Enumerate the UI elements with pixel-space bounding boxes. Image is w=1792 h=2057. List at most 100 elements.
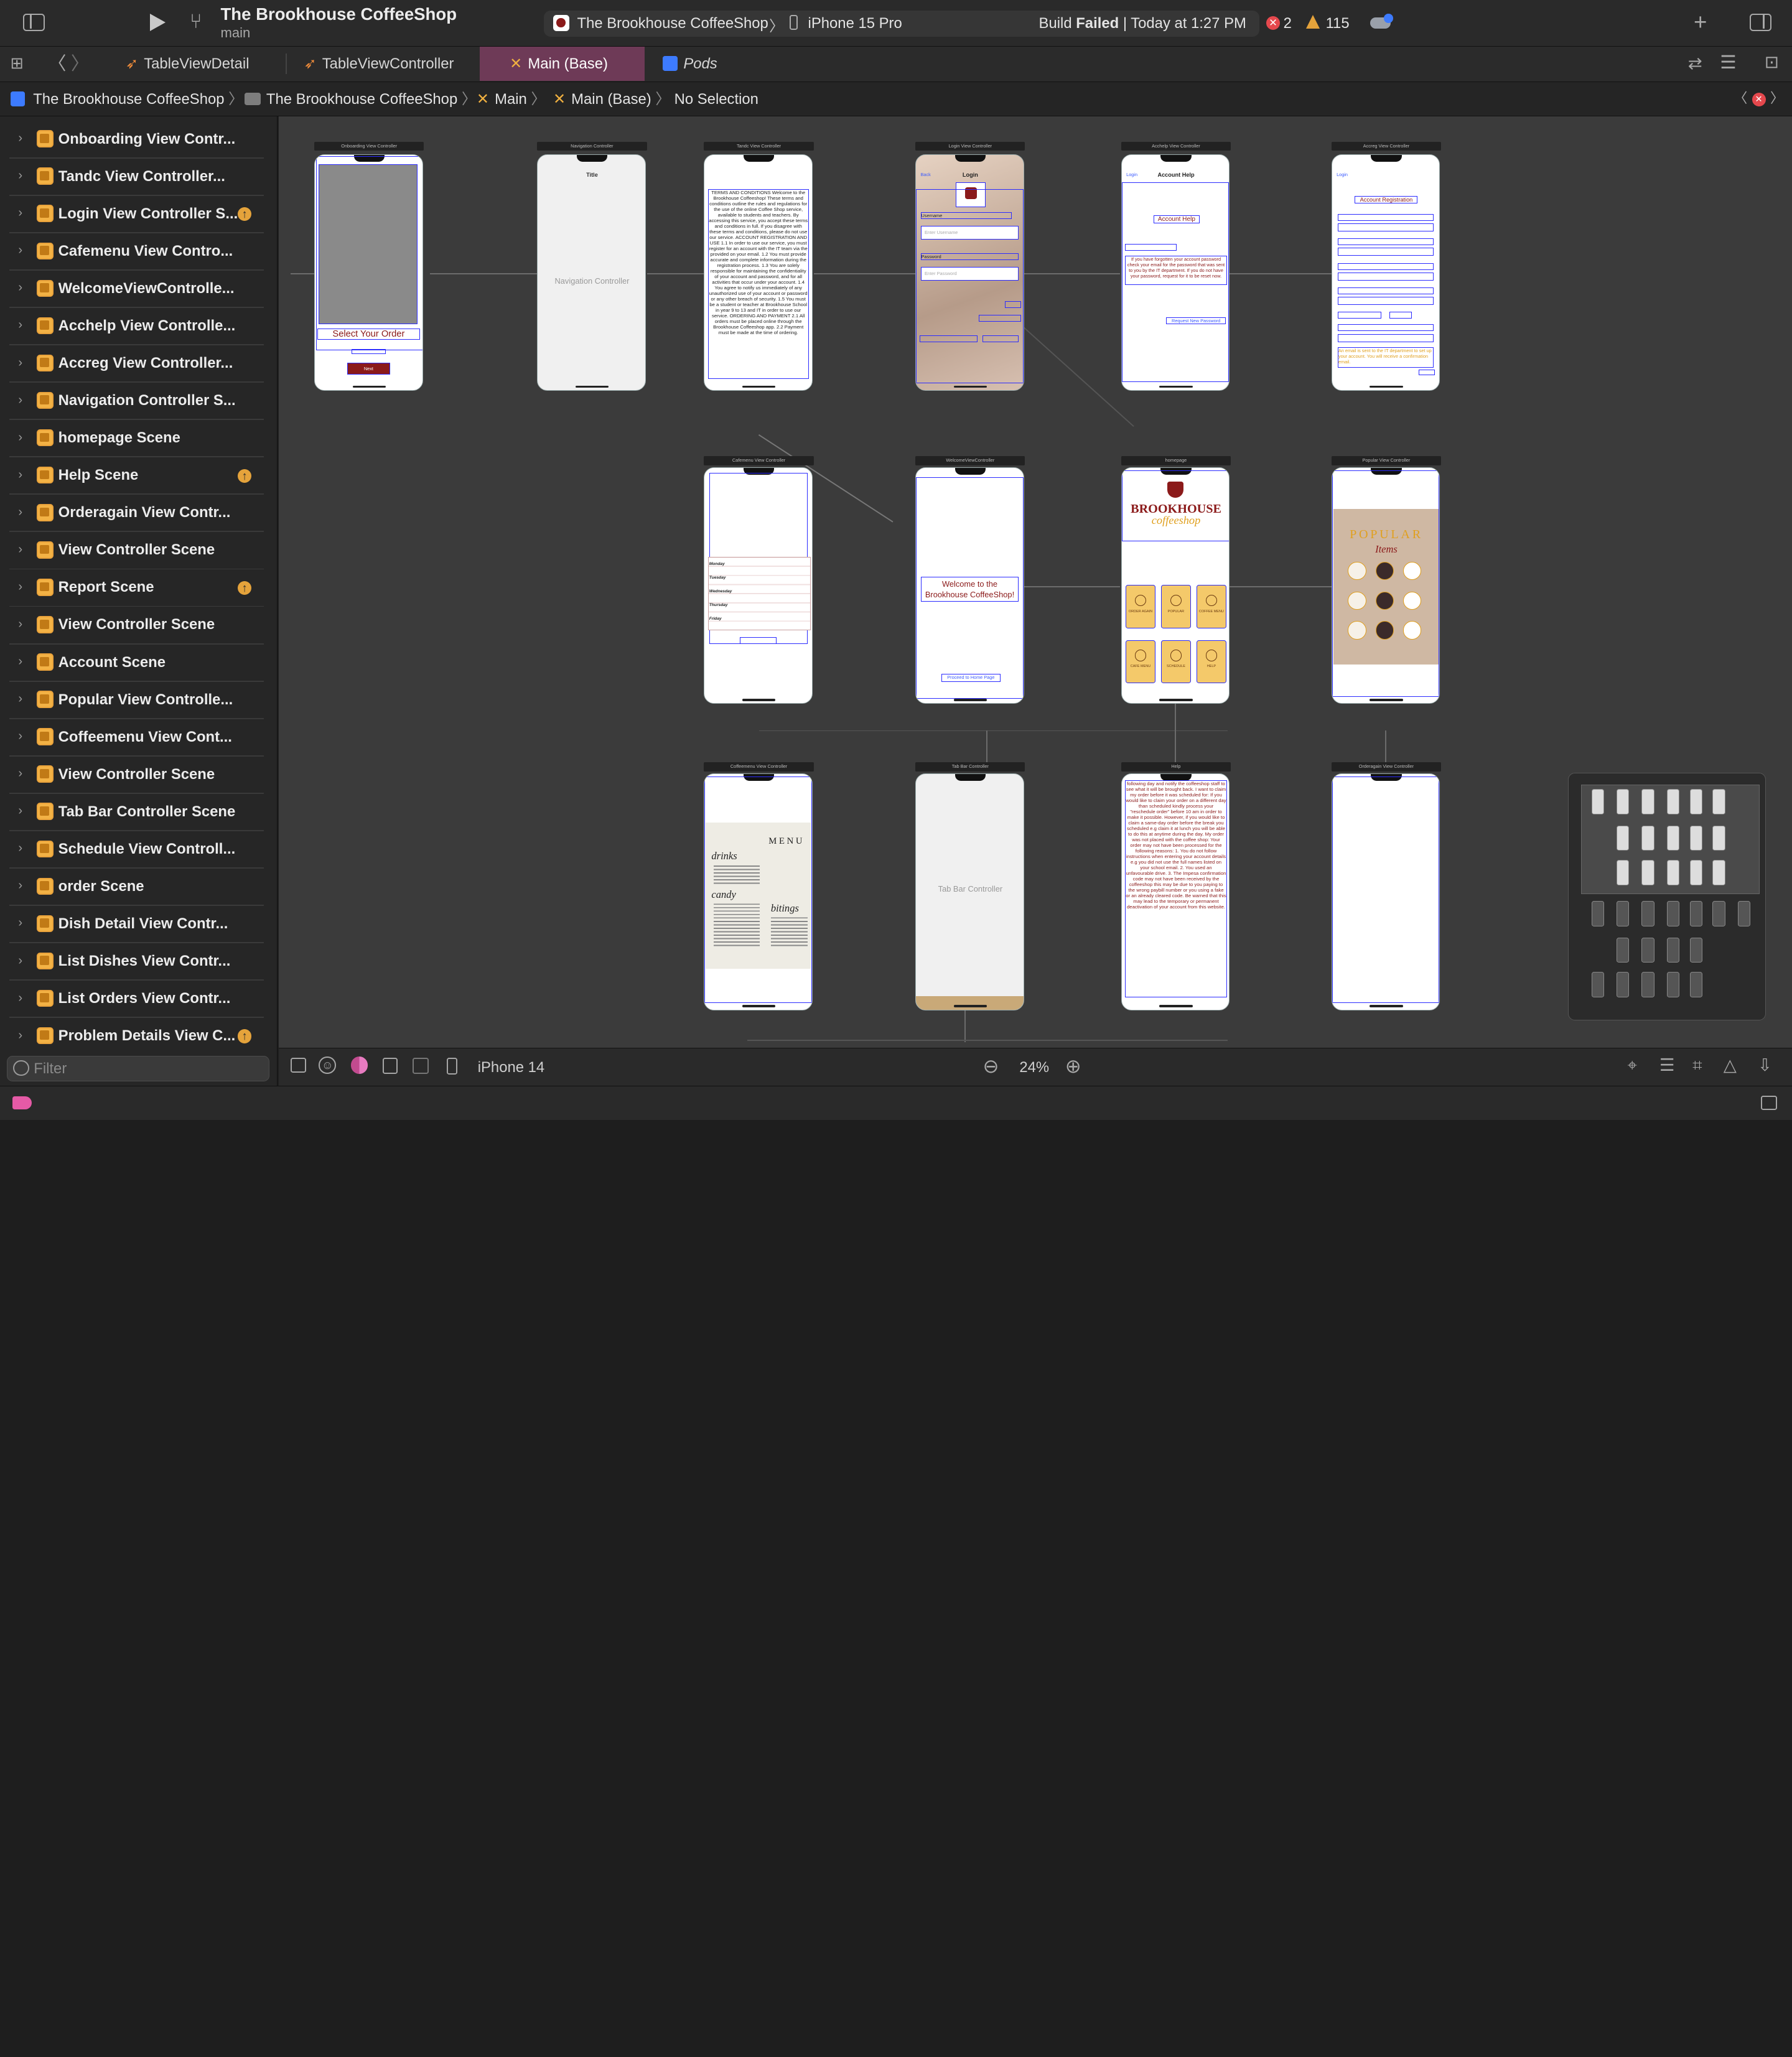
debug-area-toggle-icon[interactable] xyxy=(1761,1095,1778,1111)
tab-tableviewdetail[interactable]: ➶ TableViewDetail xyxy=(126,47,250,81)
minimap-scene-thumb[interactable] xyxy=(1712,901,1725,926)
run-icon[interactable] xyxy=(149,14,166,32)
accreg-back[interactable]: Login xyxy=(1337,172,1348,177)
orientation-icon[interactable] xyxy=(383,1057,398,1074)
minimap-scene-thumb[interactable] xyxy=(1666,901,1680,926)
next-button[interactable]: Next xyxy=(347,363,391,375)
onboarding-scene[interactable]: Select Your Order Next xyxy=(314,154,423,391)
error-count[interactable]: 2 xyxy=(1284,15,1292,32)
disclosure-chevron-icon[interactable]: › xyxy=(18,206,22,220)
orderagain-scene[interactable] xyxy=(1331,773,1440,1010)
breadcrumb-project[interactable]: The Brookhouse CoffeeShop 〉 xyxy=(10,82,243,116)
disclosure-chevron-icon[interactable]: › xyxy=(18,281,22,295)
sidebar-toggle-icon[interactable] xyxy=(22,14,45,31)
outline-scene-item[interactable]: › Popular View Controlle... xyxy=(0,682,277,719)
warning-icon[interactable] xyxy=(1306,14,1320,29)
disclosure-chevron-icon[interactable]: › xyxy=(18,617,22,632)
disclosure-chevron-icon[interactable]: › xyxy=(18,954,22,968)
prev-issue-icon[interactable]: 〈 xyxy=(1734,91,1747,105)
warning-count[interactable]: 115 xyxy=(1326,15,1350,32)
device-name[interactable]: iPhone 14 xyxy=(478,1059,544,1076)
add-icon[interactable]: + xyxy=(1694,11,1707,34)
outline-scene-item[interactable]: › List Orders View Contr... xyxy=(0,981,277,1019)
disclosure-chevron-icon[interactable]: › xyxy=(18,543,22,557)
homepage-tile[interactable]: CAFE MENU xyxy=(1126,640,1155,684)
outline-scene-item[interactable]: › Tandc View Controller... xyxy=(0,159,277,196)
minimap-scene-thumb[interactable] xyxy=(1617,826,1630,851)
embed-icon[interactable]: ⇩ xyxy=(1758,1055,1772,1075)
minimap-scene-thumb[interactable] xyxy=(1689,860,1702,885)
filter-field[interactable]: Filter xyxy=(7,1056,270,1081)
minimap-scene-thumb[interactable] xyxy=(1641,860,1654,885)
outline-scene-item[interactable]: › View Controller Scene xyxy=(0,757,277,794)
branch-icon[interactable]: ⑂ xyxy=(190,11,202,32)
forward-arrow-icon[interactable]: 〉 xyxy=(71,55,89,73)
cloud-icon[interactable] xyxy=(1370,14,1393,29)
resolve-icon[interactable]: △ xyxy=(1724,1055,1737,1075)
storyboard-canvas[interactable]: Onboarding View Controller Select Your O… xyxy=(279,116,1792,1048)
outline-scene-item[interactable]: › Problem Details View C... ↑ xyxy=(0,1018,277,1050)
outline-scene-item[interactable]: › order Scene xyxy=(0,869,277,906)
outline-scene-item[interactable]: › Schedule View Controll... xyxy=(0,831,277,869)
grid-icon[interactable]: ⊞ xyxy=(11,55,24,72)
outline-scene-item[interactable]: › Cafemenu View Contro... xyxy=(0,233,277,271)
align-icon[interactable]: ☰ xyxy=(1659,1055,1675,1075)
outline-toggle-icon[interactable] xyxy=(290,1057,307,1073)
disclosure-chevron-icon[interactable]: › xyxy=(18,243,22,258)
disclosure-chevron-icon[interactable]: › xyxy=(18,431,22,445)
disclosure-chevron-icon[interactable]: › xyxy=(18,505,22,520)
minimap-scene-thumb[interactable] xyxy=(1712,789,1725,814)
tab-main-base[interactable]: ✕ Main (Base) xyxy=(480,47,645,82)
zoom-in-icon[interactable]: ⊕ xyxy=(1065,1055,1081,1078)
disclosure-chevron-icon[interactable]: › xyxy=(18,131,22,146)
minimap-scene-thumb[interactable] xyxy=(1617,972,1630,997)
warning-icon[interactable]: ↑ xyxy=(238,581,252,595)
coffeemenu-scene[interactable]: MENU drinks candy bitings xyxy=(704,773,813,1010)
split-editor-icon[interactable]: ⊡ xyxy=(1765,54,1779,71)
disclosure-chevron-icon[interactable]: › xyxy=(18,991,22,1005)
pin-icon[interactable]: ⌗ xyxy=(1692,1055,1702,1076)
scheme-selector[interactable]: The Brookhouse CoffeeShop xyxy=(577,15,768,32)
minimap-scene-thumb[interactable] xyxy=(1689,938,1702,963)
disclosure-chevron-icon[interactable]: › xyxy=(18,318,22,332)
welcome-scene[interactable]: Welcome to the Brookhouse CoffeeShop! Pr… xyxy=(915,467,1024,704)
outline-scene-item[interactable]: › Tab Bar Controller Scene xyxy=(0,794,277,831)
disclosure-chevron-icon[interactable]: › xyxy=(18,580,22,594)
disclosure-chevron-icon[interactable]: › xyxy=(18,169,22,183)
disclosure-chevron-icon[interactable]: › xyxy=(18,804,22,818)
minimap-scene-thumb[interactable] xyxy=(1641,789,1654,814)
outline-scene-item[interactable]: › Accreg View Controller... xyxy=(0,345,277,383)
disclosure-chevron-icon[interactable]: › xyxy=(18,879,22,893)
minimap-scene-thumb[interactable] xyxy=(1712,860,1725,885)
tag-icon[interactable] xyxy=(12,1096,32,1109)
run-destination[interactable]: iPhone 15 Pro xyxy=(808,15,902,32)
tandc-scene[interactable]: TERMS AND CONDITIONS Welcome to the Broo… xyxy=(704,154,813,391)
minimap-scene-thumb[interactable] xyxy=(1737,901,1750,926)
inspector-toggle-icon[interactable] xyxy=(1749,14,1771,31)
tab-tableviewcontroller[interactable]: ➶ TableViewController xyxy=(304,47,454,81)
minimap-scene-thumb[interactable] xyxy=(1666,860,1680,885)
next-issue-icon[interactable]: 〉 xyxy=(1770,91,1784,105)
lines-icon[interactable]: ☰ xyxy=(1720,54,1736,72)
minimap-scene-thumb[interactable] xyxy=(1666,938,1680,963)
cafemenu-scene[interactable]: Monday Tuesday Wednesday Thursday Friday xyxy=(704,467,813,704)
navigation-controller-scene[interactable]: Title Navigation Controller xyxy=(537,154,646,391)
minimap-scene-thumb[interactable] xyxy=(1689,972,1702,997)
disclosure-chevron-icon[interactable]: › xyxy=(18,767,22,781)
accreg-scene[interactable]: Login Account Registration An email is s… xyxy=(1331,154,1440,391)
minimap-scene-thumb[interactable] xyxy=(1617,860,1630,885)
homepage-tile[interactable]: COFFEE MENU xyxy=(1197,585,1226,629)
minimap-scene-thumb[interactable] xyxy=(1689,789,1702,814)
outline-scene-item[interactable]: › Onboarding View Contr... xyxy=(0,121,277,159)
zoom-out-icon[interactable]: ⊖ xyxy=(983,1055,999,1078)
minimap-scene-thumb[interactable] xyxy=(1591,789,1604,814)
tabbar-scene[interactable]: Tab Bar Controller xyxy=(915,773,1024,1010)
minimap-scene-thumb[interactable] xyxy=(1617,938,1630,963)
outline-scene-item[interactable]: › Navigation Controller S... xyxy=(0,383,277,421)
minimap-scene-thumb[interactable] xyxy=(1666,972,1680,997)
breadcrumb-main-base[interactable]: ✕ Main (Base) 〉 xyxy=(553,82,670,116)
minimap-scene-thumb[interactable] xyxy=(1641,901,1654,926)
outline-scene-item[interactable]: › Help Scene ↑ xyxy=(0,457,277,495)
popular-scene[interactable]: POPULAR Items xyxy=(1331,467,1440,704)
disclosure-chevron-icon[interactable]: › xyxy=(18,468,22,482)
